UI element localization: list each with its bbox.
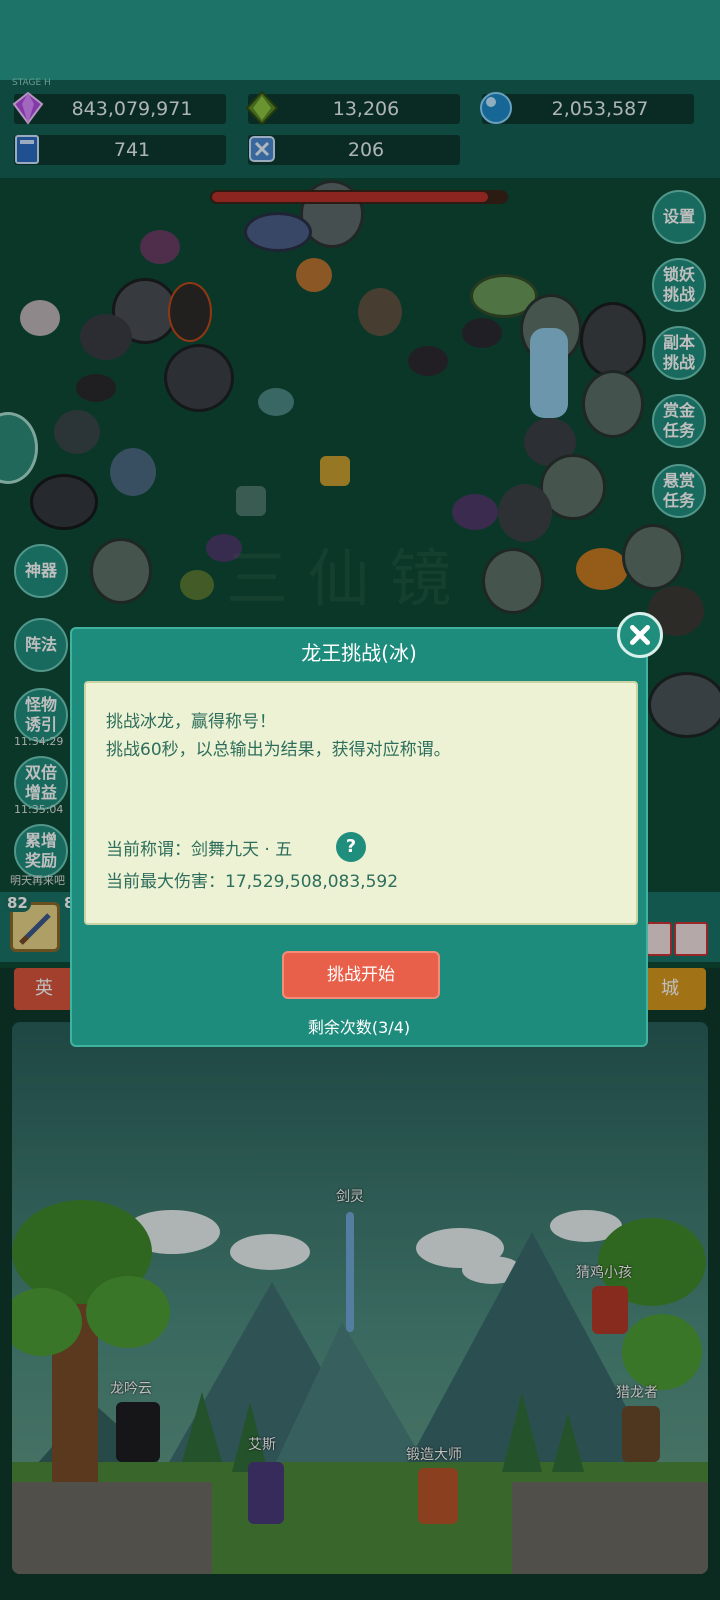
- help-button[interactable]: ?: [336, 832, 366, 862]
- dialog-body: 挑战冰龙，赢得称号！ 挑战60秒，以总输出为结果，获得对应称谓。 当前称谓：剑舞…: [84, 681, 638, 925]
- dialog-title: 龙王挑战(冰): [301, 641, 417, 665]
- dialog-line-2: 挑战60秒，以总输出为结果，获得对应称谓。: [106, 740, 451, 760]
- dragon-king-challenge-dialog: 龙王挑战(冰) 挑战冰龙，赢得称号！ 挑战60秒，以总输出为结果，获得对应称谓。…: [70, 627, 648, 1047]
- close-icon: [629, 624, 651, 646]
- dialog-line-1: 挑战冰龙，赢得称号！: [106, 712, 276, 732]
- start-challenge-button[interactable]: 挑战开始: [282, 951, 440, 999]
- remaining-attempts: 剩余次数(3/4): [307, 1018, 411, 1037]
- current-title-text: 当前称谓：剑舞九天 · 五: [106, 840, 293, 860]
- close-button[interactable]: [617, 612, 663, 658]
- max-damage-text: 当前最大伤害：17,529,508,083,592: [106, 872, 399, 892]
